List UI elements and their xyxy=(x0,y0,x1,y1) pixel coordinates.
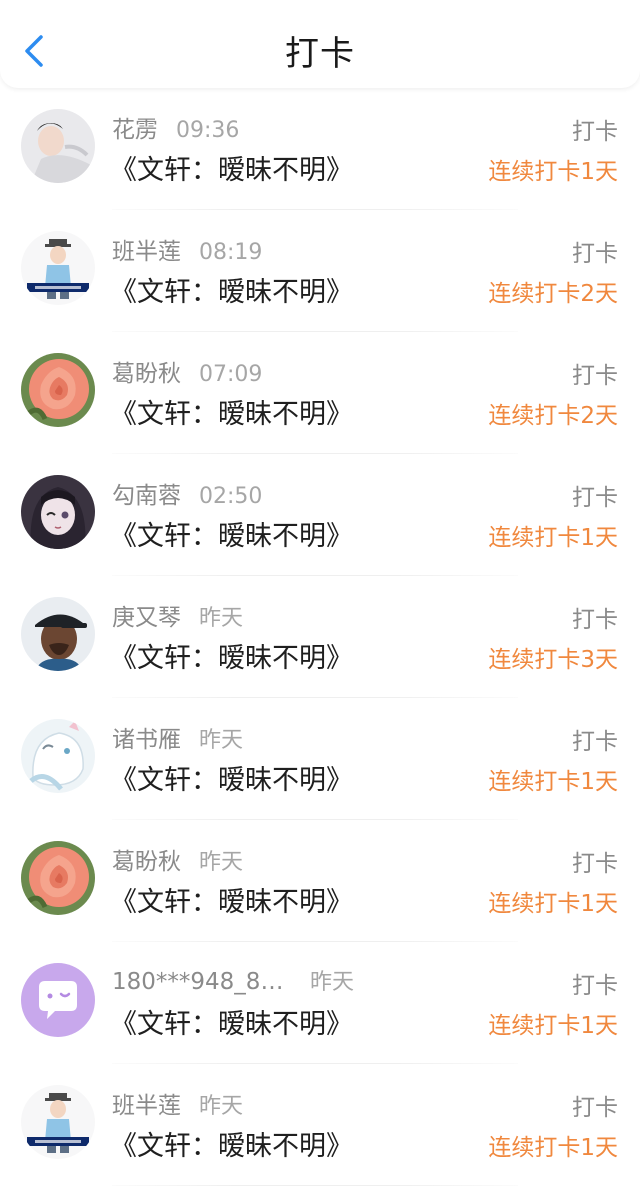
streak-label: 连续打卡2天 xyxy=(488,281,618,307)
book-title[interactable]: 《文轩：暧昧不明》 xyxy=(110,1124,353,1163)
name-line: 班半莲 昨天 xyxy=(112,1086,243,1120)
name-line: 庚又琴 昨天 xyxy=(112,598,243,632)
top-bar: 打卡 xyxy=(0,0,640,88)
streak-label: 连续打卡1天 xyxy=(488,1135,618,1161)
checkin-label: 打卡 xyxy=(572,1095,618,1121)
anime-girl-avatar[interactable] xyxy=(21,475,95,549)
rose-avatar[interactable] xyxy=(21,353,95,427)
person-lying-avatar[interactable] xyxy=(21,109,95,183)
checkin-item[interactable]: 葛盼秋 07:09 《文轩：暧昧不明》 打卡 连续打卡2天 xyxy=(0,332,640,454)
book-title[interactable]: 《文轩：暧昧不明》 xyxy=(110,758,353,797)
checkin-label: 打卡 xyxy=(572,241,618,267)
rose-avatar[interactable] xyxy=(21,841,95,915)
name-line: 葛盼秋 07:09 xyxy=(112,354,262,388)
checkin-item[interactable]: 班半莲 08:19 《文轩：暧昧不明》 打卡 连续打卡2天 xyxy=(0,210,640,332)
book-title[interactable]: 《文轩：暧昧不明》 xyxy=(110,1002,353,1041)
cartoon-boy-avatar[interactable] xyxy=(21,231,95,305)
name-line: 花雳 09:36 xyxy=(112,110,239,144)
checkin-label: 打卡 xyxy=(572,485,618,511)
streak-label: 连续打卡1天 xyxy=(488,1013,618,1039)
name-line: 班半莲 08:19 xyxy=(112,232,262,266)
page-title: 打卡 xyxy=(285,34,355,74)
username[interactable]: 180***948_81... xyxy=(112,969,292,995)
checkin-item[interactable]: 花雳 09:36 《文轩：暧昧不明》 打卡 连续打卡1天 xyxy=(0,88,640,210)
username[interactable]: 勾南蓉 xyxy=(112,476,181,510)
streak-label: 连续打卡1天 xyxy=(488,769,618,795)
checkin-label: 打卡 xyxy=(572,973,618,999)
book-title[interactable]: 《文轩：暧昧不明》 xyxy=(110,880,353,919)
streak-label: 连续打卡1天 xyxy=(488,891,618,917)
checkin-label: 打卡 xyxy=(572,119,618,145)
name-line: 勾南蓉 02:50 xyxy=(112,476,262,510)
checkin-time: 昨天 xyxy=(199,728,244,753)
checkin-item[interactable]: 诸书雁 昨天 《文轩：暧昧不明》 打卡 连续打卡1天 xyxy=(0,698,640,820)
streak-label: 连续打卡1天 xyxy=(488,159,618,185)
username[interactable]: 葛盼秋 xyxy=(112,354,181,388)
checkin-label: 打卡 xyxy=(572,607,618,633)
chat-bubble-avatar[interactable] xyxy=(21,963,95,1037)
checkin-time: 昨天 xyxy=(199,606,244,631)
cap-man-avatar[interactable] xyxy=(21,597,95,671)
checkin-list: 花雳 09:36 《文轩：暧昧不明》 打卡 连续打卡1天 班半莲 08:19 《… xyxy=(0,88,640,1186)
checkin-time: 昨天 xyxy=(199,1094,244,1119)
name-line: 180***948_81... 昨天 xyxy=(112,964,354,996)
white-character-avatar[interactable] xyxy=(21,719,95,793)
checkin-time: 02:50 xyxy=(199,484,263,509)
checkin-time: 昨天 xyxy=(310,970,355,995)
streak-label: 连续打卡3天 xyxy=(488,647,618,673)
name-line: 葛盼秋 昨天 xyxy=(112,842,243,876)
book-title[interactable]: 《文轩：暧昧不明》 xyxy=(110,636,353,675)
book-title[interactable]: 《文轩：暧昧不明》 xyxy=(110,514,353,553)
username[interactable]: 葛盼秋 xyxy=(112,842,181,876)
book-title[interactable]: 《文轩：暧昧不明》 xyxy=(110,148,353,187)
checkin-item[interactable]: 庚又琴 昨天 《文轩：暧昧不明》 打卡 连续打卡3天 xyxy=(0,576,640,698)
cartoon-boy-avatar[interactable] xyxy=(21,1085,95,1159)
checkin-time: 09:36 xyxy=(176,118,240,143)
divider xyxy=(112,1185,518,1186)
checkin-time: 昨天 xyxy=(199,850,244,875)
username[interactable]: 班半莲 xyxy=(112,1086,181,1120)
username[interactable]: 庚又琴 xyxy=(112,598,181,632)
username[interactable]: 诸书雁 xyxy=(112,720,181,754)
streak-label: 连续打卡2天 xyxy=(488,403,618,429)
checkin-label: 打卡 xyxy=(572,729,618,755)
checkin-label: 打卡 xyxy=(572,363,618,389)
book-title[interactable]: 《文轩：暧昧不明》 xyxy=(110,270,353,309)
username[interactable]: 班半莲 xyxy=(112,232,181,266)
checkin-item[interactable]: 勾南蓉 02:50 《文轩：暧昧不明》 打卡 连续打卡1天 xyxy=(0,454,640,576)
checkin-label: 打卡 xyxy=(572,851,618,877)
book-title[interactable]: 《文轩：暧昧不明》 xyxy=(110,392,353,431)
checkin-time: 07:09 xyxy=(199,362,263,387)
checkin-item[interactable]: 班半莲 昨天 《文轩：暧昧不明》 打卡 连续打卡1天 xyxy=(0,1064,640,1186)
checkin-item[interactable]: 180***948_81... 昨天 《文轩：暧昧不明》 打卡 连续打卡1天 xyxy=(0,942,640,1064)
streak-label: 连续打卡1天 xyxy=(488,525,618,551)
checkin-time: 08:19 xyxy=(199,240,263,265)
name-line: 诸书雁 昨天 xyxy=(112,720,243,754)
username[interactable]: 花雳 xyxy=(112,110,158,144)
checkin-item[interactable]: 葛盼秋 昨天 《文轩：暧昧不明》 打卡 连续打卡1天 xyxy=(0,820,640,942)
